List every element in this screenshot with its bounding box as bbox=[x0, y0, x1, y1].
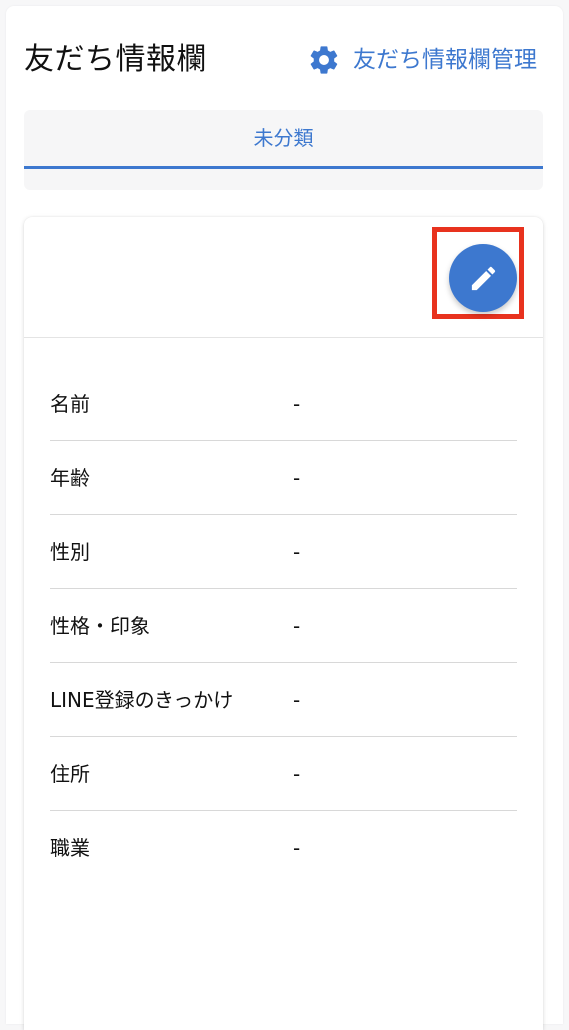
tab-uncategorized[interactable]: 未分類 bbox=[24, 110, 543, 166]
card-toolbar bbox=[24, 217, 543, 338]
header: 友だち情報欄 友だち情報欄管理 bbox=[6, 6, 563, 110]
field-label-address: 住所 bbox=[50, 761, 90, 786]
field-row-personality: 性格・印象 - bbox=[50, 589, 517, 663]
field-row-name: 名前 - bbox=[50, 367, 517, 441]
active-tab-indicator bbox=[24, 166, 543, 169]
field-row-gender: 性別 - bbox=[50, 515, 517, 589]
field-label-gender: 性別 bbox=[50, 539, 90, 564]
field-label-line-registration-reason: LINE登録のきっかけ bbox=[50, 687, 234, 712]
friend-info-manage-label: 友だち情報欄管理 bbox=[353, 47, 537, 73]
category-tabs: 未分類 bbox=[24, 110, 543, 190]
friend-info-card: 名前 - 年齢 - 性別 - 性格・印象 - LINE登録のきっかけ - 住所 … bbox=[24, 217, 543, 1030]
friend-info-page: 友だち情報欄 友だち情報欄管理 未分類 名前 - 年齢 - 性別 - 性格・印象… bbox=[6, 6, 563, 1030]
friend-info-manage-link[interactable]: 友だち情報欄管理 bbox=[307, 40, 537, 80]
edit-button[interactable] bbox=[449, 244, 517, 312]
field-value-address: - bbox=[293, 761, 301, 786]
field-label-personality: 性格・印象 bbox=[50, 613, 150, 638]
pencil-icon bbox=[471, 266, 495, 290]
field-row-occupation: 職業 - bbox=[50, 811, 517, 885]
field-label-occupation: 職業 bbox=[50, 836, 90, 860]
field-value-line-registration-reason: - bbox=[293, 687, 301, 712]
field-row-line-registration-reason: LINE登録のきっかけ - bbox=[50, 663, 517, 737]
tab-uncategorized-label: 未分類 bbox=[253, 126, 314, 150]
field-value-name: - bbox=[293, 391, 301, 416]
field-row-age: 年齢 - bbox=[50, 441, 517, 515]
field-value-age: - bbox=[293, 465, 301, 490]
field-row-address: 住所 - bbox=[50, 737, 517, 811]
field-label-name: 名前 bbox=[50, 391, 90, 416]
field-value-occupation: - bbox=[293, 836, 301, 860]
field-value-gender: - bbox=[293, 539, 301, 564]
friend-info-fields: 名前 - 年齢 - 性別 - 性格・印象 - LINE登録のきっかけ - 住所 … bbox=[50, 367, 517, 885]
gear-icon bbox=[310, 46, 338, 74]
field-label-age: 年齢 bbox=[50, 465, 90, 490]
page-title: 友だち情報欄 bbox=[24, 42, 207, 77]
field-value-personality: - bbox=[293, 613, 301, 638]
